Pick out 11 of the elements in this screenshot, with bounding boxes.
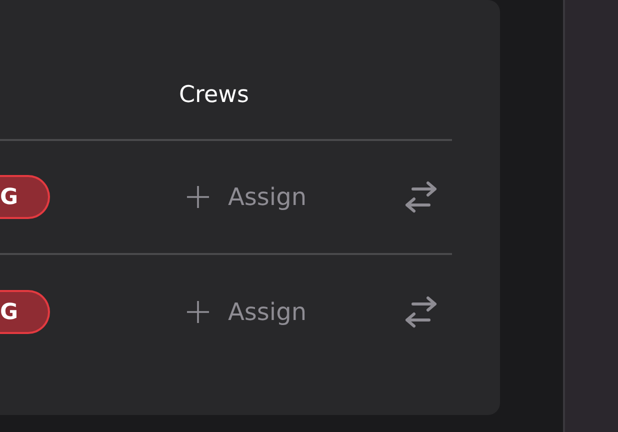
column-header: Crews	[179, 80, 249, 110]
plus-icon	[186, 300, 210, 324]
status-badge: G	[0, 290, 50, 334]
swap-arrows-icon	[404, 296, 438, 328]
assign-button[interactable]: Assign	[186, 179, 307, 215]
plus-icon	[186, 185, 210, 209]
status-badge: G	[0, 175, 50, 219]
swap-arrows-icon	[404, 181, 438, 213]
assign-button[interactable]: Assign	[186, 294, 307, 330]
swap-button[interactable]	[404, 181, 438, 213]
swap-button[interactable]	[404, 296, 438, 328]
